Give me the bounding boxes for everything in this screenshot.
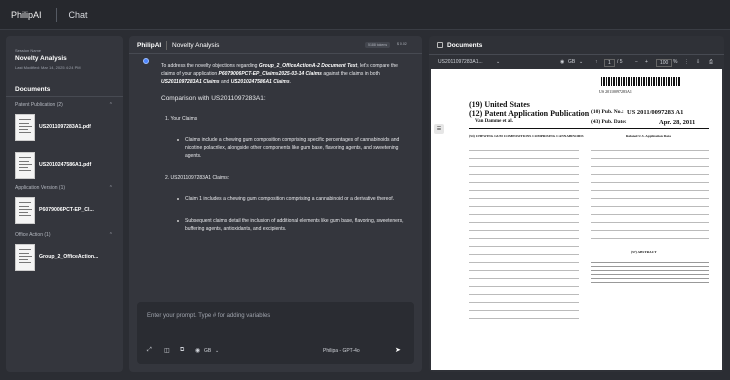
- assistant-message: To address the novelty objections regard…: [161, 62, 409, 328]
- copy-icon[interactable]: ⧉: [180, 347, 184, 354]
- category-label: Application Version (1): [15, 185, 66, 191]
- divider: [6, 96, 123, 97]
- pdf-pubno: US 2011/0097283 A1: [627, 109, 684, 116]
- category-patent-publication[interactable]: Patent Publication (2) ⌃: [15, 102, 115, 108]
- category-office-action[interactable]: Office Action (1) ⌃: [15, 232, 115, 238]
- chevron-down-icon[interactable]: ⌄: [215, 348, 219, 354]
- file-name: P6079006PCT-EP_Cl...: [39, 207, 94, 213]
- pdf-pubno-label: (10) Pub. No.:: [591, 109, 624, 115]
- expand-icon[interactable]: ⤢: [147, 347, 152, 354]
- comparison-heading: Comparison with US2011097283A1:: [161, 95, 266, 102]
- tab-chat[interactable]: Chat: [69, 10, 88, 20]
- pdf-title: (54) CHEWING GUM COMPOSITIONS COMPRISING…: [469, 134, 584, 138]
- divider: [55, 7, 57, 22]
- send-icon[interactable]: ➤: [395, 346, 401, 354]
- zoom-in-icon[interactable]: +: [645, 59, 648, 65]
- zoom-input[interactable]: 100: [656, 59, 673, 67]
- page-number-input[interactable]: 1: [604, 59, 615, 67]
- viewer-title: Documents: [447, 42, 483, 49]
- sidebar: Session Name Novelty Analysis Last Modif…: [6, 36, 123, 372]
- pdf-related: Related U.S. Application Data: [626, 134, 671, 138]
- attach-file-icon[interactable]: ◫: [164, 347, 170, 354]
- model-selector[interactable]: Philipa - GPT-4o: [323, 348, 360, 354]
- pdf-abstract: (57) ABSTRACT: [631, 250, 657, 254]
- pdf-inventor: Van Damme et al.: [475, 119, 513, 124]
- chevron-down-icon[interactable]: ⌄: [579, 59, 583, 65]
- chat-title: Novelty Analysis: [172, 42, 220, 49]
- pdf-abstract-body: [591, 259, 709, 285]
- list-item-heading: 1. Your Claims: [165, 116, 198, 122]
- pdf-page: ☰ US 20110097283A1 (19) United States (1…: [431, 69, 722, 370]
- language-flag-icon[interactable]: ◉: [195, 347, 200, 354]
- barcode: [601, 77, 681, 86]
- divider: [166, 41, 167, 50]
- file-name: US2010247586A1.pdf: [39, 162, 92, 168]
- document-thumbnail: [15, 114, 35, 141]
- category-label: Office Action (1): [15, 232, 51, 238]
- token-count-badge: 5188 tokens: [365, 42, 391, 48]
- documents-heading: Documents: [15, 86, 51, 93]
- category-application-version[interactable]: Application Version (1) ⌃: [15, 185, 115, 191]
- pdf-pubdate-label: (43) Pub. Date:: [591, 119, 627, 125]
- top-bar: PhilipAI Chat: [0, 0, 730, 30]
- document-viewer: Documents US2011097283A1... ⌄ ◉ GB ⌄ ↑ 1…: [429, 36, 724, 372]
- session-name[interactable]: Novelty Analysis: [15, 55, 67, 62]
- cost-label: $ 0.02: [397, 42, 407, 46]
- document-select[interactable]: US2011097283A1...: [438, 59, 483, 65]
- chat-brand: PhilipAI: [137, 42, 162, 49]
- session-label: Session Name: [15, 48, 42, 53]
- menu-icon[interactable]: ⋮: [684, 59, 689, 65]
- divider: [469, 128, 709, 129]
- divider: [429, 54, 724, 55]
- list-item: Claim 1 includes a chewing gum compositi…: [177, 195, 409, 203]
- document-thumbnail: [15, 197, 35, 224]
- file-item[interactable]: US2010247586A1.pdf: [15, 152, 119, 186]
- pdf-kind: (12) Patent Application Publication: [469, 109, 590, 118]
- file-name: Group_2_OfficeAction...: [39, 254, 99, 260]
- chevron-up-icon[interactable]: ⌃: [109, 185, 113, 191]
- file-item[interactable]: US2011097283A1.pdf: [15, 114, 119, 148]
- prompt-box[interactable]: Enter your prompt. Type # for adding var…: [137, 302, 414, 364]
- list-item: Claims include a chewing gum composition…: [177, 136, 409, 160]
- chevron-down-icon[interactable]: ⌄: [496, 59, 500, 65]
- chevron-up-icon[interactable]: ⌃: [109, 232, 113, 238]
- assistant-avatar: [143, 58, 149, 64]
- pdf-pubdate: Apr. 28, 2011: [659, 119, 696, 126]
- chat-header: PhilipAI Novelty Analysis 5188 tokens $ …: [129, 36, 422, 54]
- print-icon[interactable]: ⎙: [709, 59, 713, 65]
- pdf-country: (19) United States: [469, 100, 530, 109]
- list-item-heading: 2. US2011097283A1 Claims:: [165, 175, 230, 181]
- prompt-input[interactable]: Enter your prompt. Type # for adding var…: [147, 313, 270, 319]
- chat-panel: PhilipAI Novelty Analysis 5188 tokens $ …: [129, 36, 422, 372]
- list-item: Subsequent claims detail the inclusion o…: [177, 217, 409, 233]
- viewer-language[interactable]: GB: [568, 59, 575, 65]
- language-flag-icon[interactable]: ◉: [560, 59, 564, 65]
- session-modified: Last Modified: Mar 14, 2025 4:24 PM: [15, 65, 81, 70]
- zoom-out-icon[interactable]: −: [635, 59, 638, 65]
- file-item[interactable]: P6079006PCT-EP_Cl...: [15, 197, 119, 231]
- app-brand: PhilipAI: [11, 9, 42, 20]
- sidebar-toggle-icon[interactable]: ☰: [434, 124, 444, 134]
- pdf-body-left: [469, 145, 579, 325]
- pdf-body-right: [591, 145, 709, 245]
- zoom-unit: %: [673, 59, 678, 65]
- pub-number-top: US 20110097283A1: [599, 89, 632, 94]
- intro-paragraph: To address the novelty objections regard…: [161, 63, 398, 85]
- chevron-up-icon[interactable]: ⌃: [109, 102, 113, 108]
- documents-icon: [437, 42, 443, 48]
- category-label: Patent Publication (2): [15, 102, 63, 108]
- file-item[interactable]: Group_2_OfficeAction...: [15, 244, 119, 278]
- file-name: US2011097283A1.pdf: [39, 124, 91, 130]
- document-thumbnail: [15, 244, 35, 271]
- page-count: / 5: [617, 59, 623, 65]
- page-up-icon[interactable]: ↑: [595, 59, 598, 65]
- download-icon[interactable]: ⇩: [696, 59, 700, 65]
- document-thumbnail: [15, 152, 35, 179]
- language-select[interactable]: GB: [204, 348, 211, 354]
